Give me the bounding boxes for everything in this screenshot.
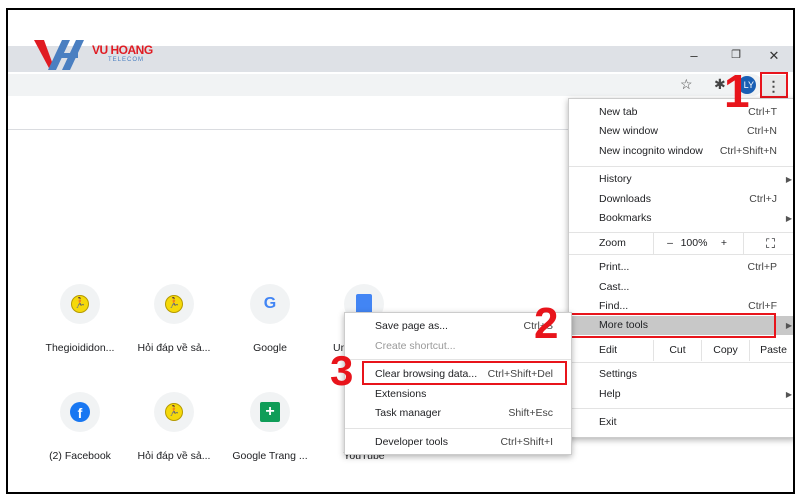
runner-icon: 🏃 [165, 295, 183, 313]
menu-item-exit[interactable]: Exit [569, 413, 793, 432]
menu-item-new-window[interactable]: New window Ctrl+N [569, 122, 793, 141]
submenu-arrow-icon: ▶ [785, 390, 792, 399]
separator [569, 408, 793, 409]
menu-item-new-tab[interactable]: New tab Ctrl+T [569, 103, 793, 122]
step-number-1: 1 [724, 65, 750, 117]
menu-item-incognito[interactable]: New incognito window Ctrl+Shift+N [569, 142, 793, 161]
shortcut-label: Thegioididon... [45, 342, 115, 354]
submenu-arrow-icon: ▶ [785, 214, 792, 223]
shortcut-tile[interactable]: 🏃 Hỏi đáp về sả... [129, 284, 219, 354]
zoom-row: Zoom – 100% + ⛶ [569, 233, 793, 254]
menu-item-settings[interactable]: Settings [569, 365, 793, 384]
zoom-label: Zoom [599, 237, 626, 249]
menu-item-developer-tools[interactable]: Developer tools Ctrl+Shift+I [345, 433, 571, 452]
address-bar[interactable] [8, 74, 763, 96]
menu-item-bookmarks[interactable]: Bookmarks ▶ [569, 209, 793, 228]
logo-brand: VU HOANG [92, 43, 153, 57]
fullscreen-icon[interactable]: ⛶ [743, 233, 793, 254]
edit-label: Edit [599, 344, 618, 356]
zoom-in-button[interactable]: + [709, 233, 739, 254]
highlight-clear-browsing-data [362, 361, 567, 385]
shortcut-tile[interactable]: f (2) Facebook [35, 392, 125, 462]
restore-button[interactable]: ❐ [726, 48, 746, 66]
menu-item-downloads[interactable]: Downloads Ctrl+J [569, 190, 793, 209]
minimize-button[interactable]: – [684, 48, 704, 66]
menu-item-help[interactable]: Help ▶ [569, 385, 793, 404]
separator [345, 428, 571, 429]
shortcut-label: Google Trang ... [232, 450, 308, 462]
shortcut-label: Hỏi đáp về sả... [137, 450, 211, 462]
docs-icon [356, 294, 372, 314]
runner-icon: 🏃 [71, 295, 89, 313]
bookmark-star-icon[interactable]: ☆ [680, 76, 693, 93]
shortcut-tile[interactable]: G Google [225, 284, 315, 354]
cut-button[interactable]: Cut [653, 340, 701, 361]
logo-sub: TELECOM [108, 57, 145, 63]
chrome-main-menu: New tab Ctrl+T New window Ctrl+N New incog… [568, 98, 793, 438]
separator [569, 254, 793, 255]
step-number-2: 2 [534, 299, 559, 348]
shortcut-label: Hỏi đáp về sả... [137, 342, 211, 354]
zoom-level: 100% [680, 237, 708, 249]
separator [569, 362, 793, 363]
menu-item-extensions[interactable]: Extensions [345, 385, 571, 404]
submenu-arrow-icon: ▶ [785, 321, 792, 330]
separator [345, 359, 571, 360]
edit-row: Edit Cut Copy Paste [569, 340, 793, 361]
runner-icon: 🏃 [165, 403, 183, 421]
sheets-icon: + [260, 402, 280, 422]
paste-button[interactable]: Paste [749, 340, 793, 361]
menu-item-history[interactable]: History ▶ [569, 170, 793, 189]
menu-item-task-manager[interactable]: Task manager Shift+Esc [345, 404, 571, 423]
shortcut-label: (2) Facebook [49, 450, 111, 462]
highlight-menu-button [760, 72, 788, 98]
shortcut-tile[interactable]: 🏃 Hỏi đáp về sả... [129, 392, 219, 462]
facebook-icon: f [70, 402, 90, 422]
separator [569, 166, 793, 167]
google-icon: G [263, 295, 277, 312]
shortcut-tile[interactable]: 🏃 Thegioididon... [35, 284, 125, 354]
browser-window: VU HOANG TELECOM – ❐ ✕ ☆ ✱ LY ⋮ 🏃 Thegioi… [6, 8, 795, 494]
copy-button[interactable]: Copy [701, 340, 749, 361]
close-button[interactable]: ✕ [764, 48, 784, 66]
highlight-more-tools [570, 313, 776, 338]
submenu-arrow-icon: ▶ [785, 175, 792, 184]
shortcut-label: Google [253, 342, 287, 354]
menu-item-print[interactable]: Print... Ctrl+P [569, 258, 793, 277]
menu-item-cast[interactable]: Cast... [569, 278, 793, 297]
shortcut-tile[interactable]: + Google Trang ... [225, 392, 315, 462]
vuhoang-logo [34, 36, 94, 74]
step-number-3: 3 [330, 347, 354, 394]
